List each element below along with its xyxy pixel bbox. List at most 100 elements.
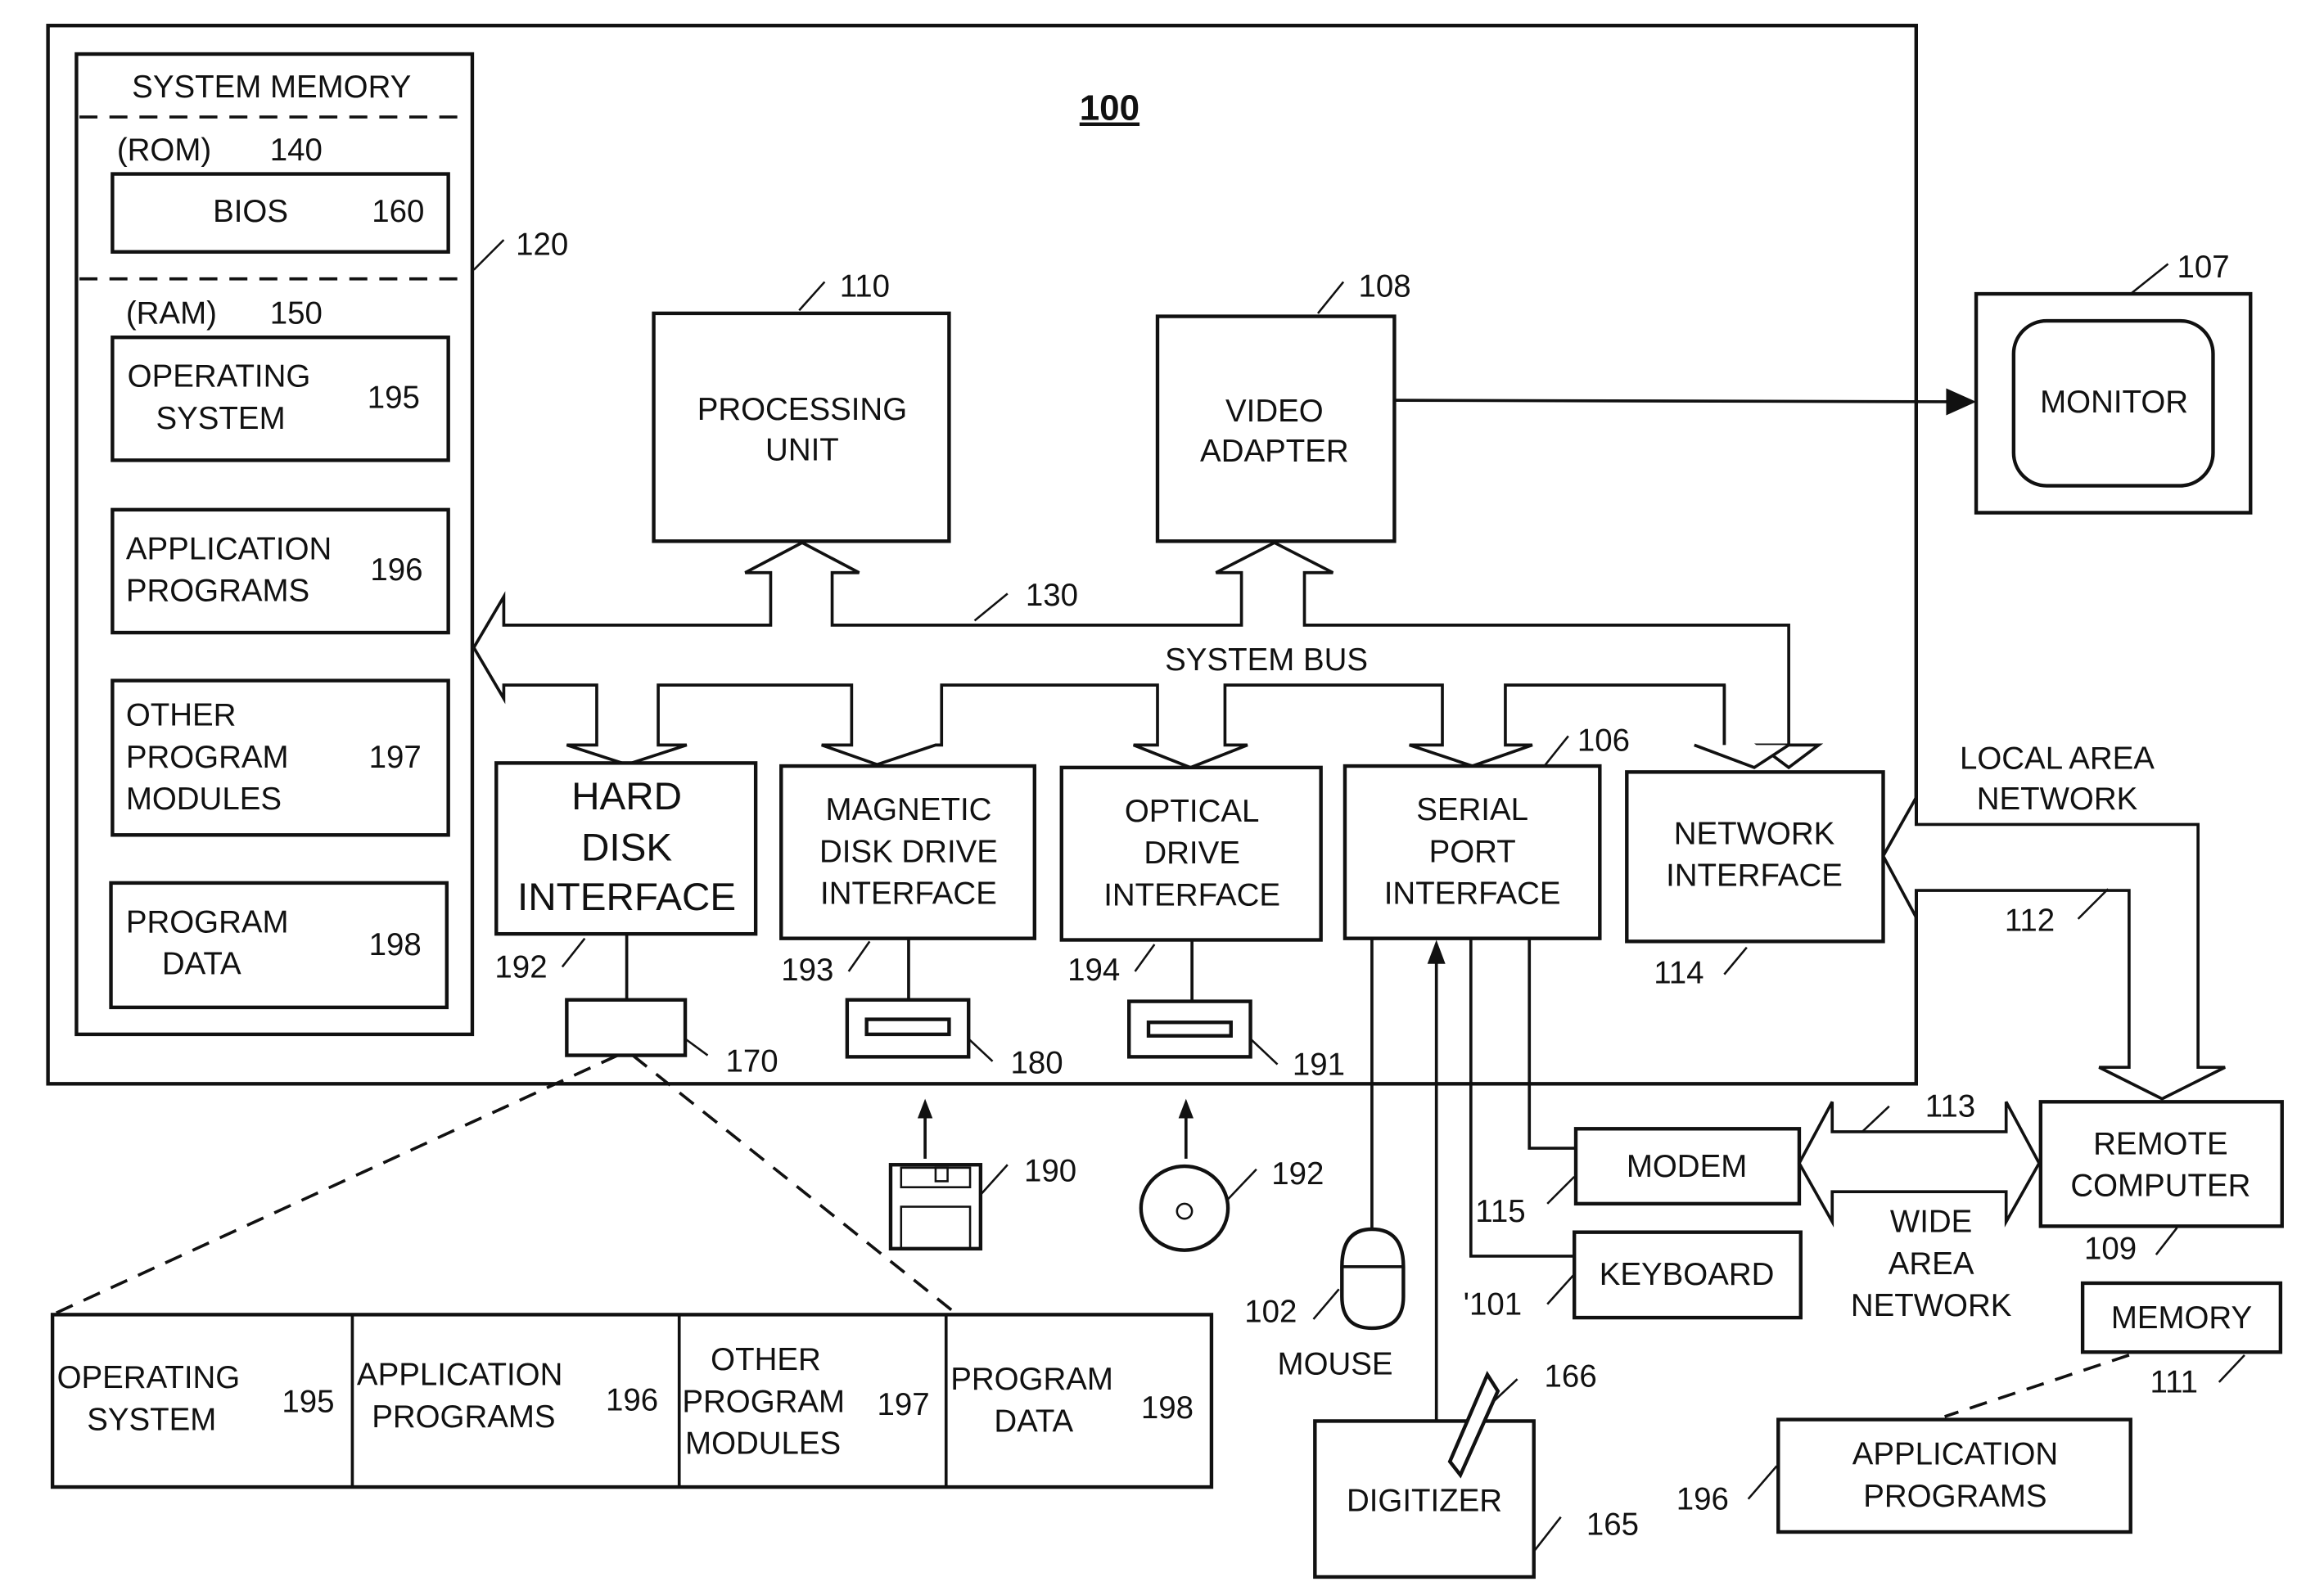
memory-data-line1: PROGRAM <box>126 904 289 939</box>
hd-modules-line1: OTHER <box>711 1342 821 1377</box>
digitizer-label: DIGITIZER <box>1347 1483 1502 1518</box>
hd-os-ref: 195 <box>282 1384 334 1419</box>
system-memory-label: SYSTEM MEMORY <box>132 70 411 105</box>
memory-modules-line3: MODULES <box>126 782 282 817</box>
optical-disk-ref: 192 <box>1271 1156 1324 1192</box>
lan-line2: NETWORK <box>1977 782 2138 817</box>
monitor-ref: 107 <box>2177 250 2230 285</box>
hd-modules-ref: 197 <box>877 1387 929 1422</box>
wide-area-network: 113 WIDE AREA NETWORK <box>1797 1089 2042 1323</box>
modem-ref: 115 <box>1475 1194 1525 1229</box>
hd-os-line1: OPERATING <box>57 1360 241 1395</box>
keyboard-label: KEYBOARD <box>1600 1257 1775 1292</box>
memory-modules-line2: PROGRAM <box>126 740 289 775</box>
ram-ref: 150 <box>270 296 323 331</box>
video-adapter-line2: ADAPTER <box>1200 434 1349 469</box>
keyboard-block: KEYBOARD '101 <box>1464 1230 1803 1322</box>
optical-disk: 192 <box>1139 1098 1324 1252</box>
mddi-line2: DISK DRIVE <box>819 834 998 869</box>
lan-line1: LOCAL AREA <box>1960 741 2155 777</box>
hd-apps-ref: 196 <box>606 1383 658 1418</box>
floppy-disk: 190 <box>888 1098 1076 1251</box>
rom-label: (ROM) <box>117 133 211 168</box>
wan-line1: WIDE <box>1890 1205 1972 1240</box>
bios-ref: 160 <box>372 194 424 229</box>
wan-line3: NETWORK <box>1851 1288 2012 1323</box>
monitor-block: MONITOR 107 <box>1974 250 2253 515</box>
bios-label: BIOS <box>213 194 288 229</box>
wan-line2: AREA <box>1889 1246 1974 1282</box>
odi-ref: 194 <box>1067 953 1120 988</box>
video-adapter-line1: VIDEO <box>1225 394 1324 429</box>
arrowhead-icon <box>1178 1098 1194 1119</box>
remote-apps-line2: PROGRAMS <box>1863 1479 2046 1514</box>
memory-os-ref: 195 <box>368 380 420 415</box>
remote-apps-line1: APPLICATION <box>1852 1437 2058 1472</box>
spi-line1: SERIAL <box>1416 792 1528 827</box>
hd-data-line1: PROGRAM <box>950 1362 1113 1397</box>
optical-drive-ref: 191 <box>1293 1047 1345 1082</box>
processing-unit-line2: UNIT <box>765 432 839 467</box>
ni-line2: INTERFACE <box>1666 858 1843 894</box>
hdi-line3: INTERFACE <box>517 876 736 919</box>
mouse-ref: 102 <box>1244 1295 1297 1330</box>
processing-unit-ref: 110 <box>840 269 890 304</box>
monitor-label: MONITOR <box>2040 385 2188 420</box>
hard-disk-contents: OPERATING SYSTEM 195 APPLICATION PROGRAM… <box>50 1053 1214 1489</box>
computer-system-block-diagram: 100 SYSTEM MEMORY (ROM) 140 BIOS 160 120… <box>46 24 2284 1579</box>
memory-modules-line1: OTHER <box>126 698 237 733</box>
memory-apps-line2: PROGRAMS <box>126 574 309 609</box>
hd-apps-line2: PROGRAMS <box>372 1399 555 1435</box>
modem-label: MODEM <box>1627 1149 1747 1184</box>
hd-modules-line3: MODULES <box>685 1426 841 1462</box>
system-memory-ref: 120 <box>516 227 568 262</box>
memory-apps-line1: APPLICATION <box>126 531 332 566</box>
lan-ref: 112 <box>2005 903 2055 939</box>
remote-computer-line1: REMOTE <box>2093 1126 2228 1161</box>
video-adapter-ref: 108 <box>1358 269 1410 304</box>
hd-os-line2: SYSTEM <box>87 1402 216 1437</box>
spi-line2: PORT <box>1429 834 1516 869</box>
magnetic-drive-ref: 180 <box>1011 1046 1063 1081</box>
mddi-line1: MAGNETIC <box>825 792 991 827</box>
system-bus-label: SYSTEM BUS <box>1165 642 1368 678</box>
hd-data-ref: 198 <box>1141 1390 1194 1426</box>
system-bus-ref: 130 <box>1026 578 1078 613</box>
hdi-line2: DISK <box>581 826 672 869</box>
memory-apps-ref: 196 <box>370 552 422 588</box>
arrowhead-icon <box>917 1098 933 1119</box>
odi-line2: DRIVE <box>1144 836 1240 871</box>
optical-disc-icon <box>1139 1164 1230 1252</box>
ni-ref: 114 <box>1654 956 1704 991</box>
floppy-disk-ref: 190 <box>1024 1153 1076 1188</box>
arrowhead-icon <box>1946 388 1977 416</box>
digitizer-ref: 165 <box>1586 1507 1639 1543</box>
spi-line3: INTERFACE <box>1384 876 1561 912</box>
memory-os-line1: OPERATING <box>128 359 311 394</box>
processing-unit-line1: PROCESSING <box>697 392 907 427</box>
keyboard-ref: '101 <box>1464 1286 1523 1322</box>
odi-line3: INTERFACE <box>1103 877 1280 912</box>
memory-os-line2: SYSTEM <box>156 401 285 436</box>
hdi-ref: 192 <box>494 949 547 984</box>
mddi-ref: 193 <box>781 953 833 988</box>
remote-computer-ref: 109 <box>2084 1232 2137 1267</box>
hdi-line1: HARD <box>571 775 682 818</box>
hd-modules-line2: PROGRAM <box>682 1384 845 1419</box>
remote-memory-label: MEMORY <box>2111 1300 2252 1336</box>
rom-ref: 140 <box>270 133 323 168</box>
memory-data-line2: DATA <box>162 947 241 982</box>
remote-application-programs-block: APPLICATION PROGRAMS 196 <box>1676 1417 2132 1534</box>
hd-data-line2: DATA <box>994 1404 1073 1439</box>
figure-title: 100 <box>1080 88 1139 128</box>
odi-line1: OPTICAL <box>1125 794 1260 829</box>
remote-memory-ref: 111 <box>2150 1365 2198 1400</box>
digitizer-block: DIGITIZER 165 166 <box>1313 1358 1639 1579</box>
hard-disk-ref: 170 <box>726 1044 778 1079</box>
hard-disk-icon <box>565 998 688 1057</box>
modem-block: MODEM 115 <box>1475 1127 1802 1229</box>
video-to-monitor-line <box>1394 399 1957 403</box>
mouse-icon <box>1340 1227 1406 1331</box>
ni-line1: NETWORK <box>1674 816 1835 851</box>
mouse-label: MOUSE <box>1278 1347 1393 1382</box>
